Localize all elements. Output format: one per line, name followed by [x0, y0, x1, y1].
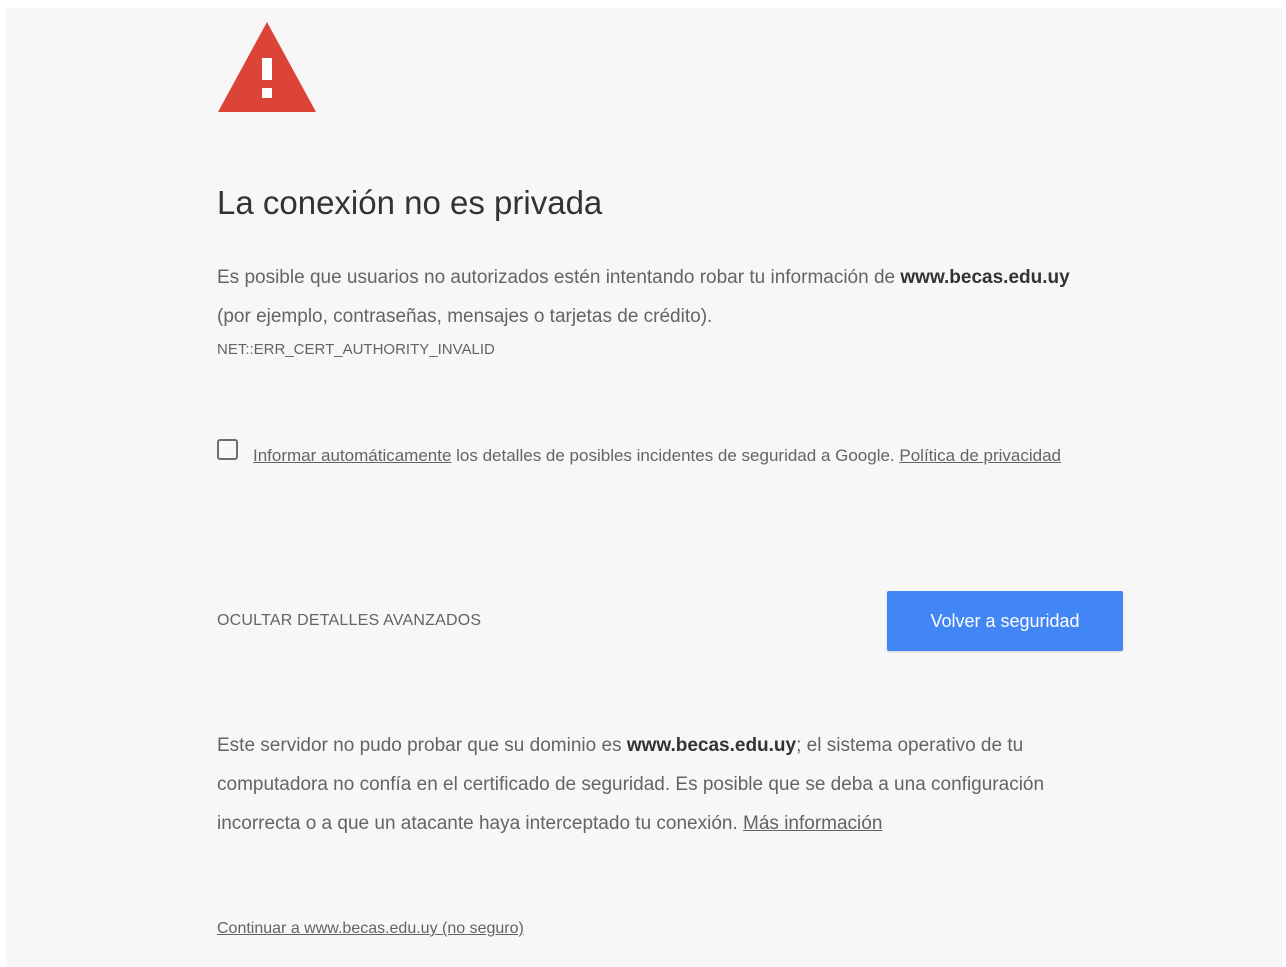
report-checkbox[interactable] — [217, 439, 238, 460]
proceed-unsafe-link[interactable]: Continuar a www.becas.edu.uy (no seguro) — [217, 920, 524, 938]
error-code: NET::ERR_CERT_AUTHORITY_INVALID — [217, 341, 495, 358]
hide-advanced-details-button[interactable]: OCULTAR DETALLES AVANZADOS — [217, 612, 481, 630]
details-domain-name: www.becas.edu.uy — [626, 735, 797, 756]
domain-name: www.becas.edu.uy — [900, 267, 1070, 288]
privacy-policy-link[interactable]: Política de privacidad — [899, 446, 1061, 465]
main-message-text: Es posible que usuarios no autorizados e… — [217, 267, 901, 288]
main-message-text-end: (por ejemplo, contraseñas, mensajes o ta… — [217, 306, 713, 327]
main-message: Es posible que usuarios no autorizados e… — [217, 258, 1097, 336]
back-to-safety-button[interactable]: Volver a seguridad — [887, 591, 1123, 651]
report-label-text: los detalles de posibles incidentes de s… — [451, 446, 900, 465]
auto-report-link[interactable]: Informar automáticamente — [253, 446, 451, 465]
more-info-link[interactable]: Más información — [743, 813, 882, 834]
interstitial-page: La conexión no es privada Es posible que… — [6, 8, 1282, 967]
warning-triangle-icon — [218, 22, 316, 112]
report-label: Informar automáticamente los detalles de… — [253, 436, 1113, 475]
details-text: Este servidor no pudo probar que su domi… — [217, 735, 627, 756]
advanced-details-text: Este servidor no pudo probar que su domi… — [217, 726, 1122, 843]
page-title: La conexión no es privada — [217, 184, 603, 221]
